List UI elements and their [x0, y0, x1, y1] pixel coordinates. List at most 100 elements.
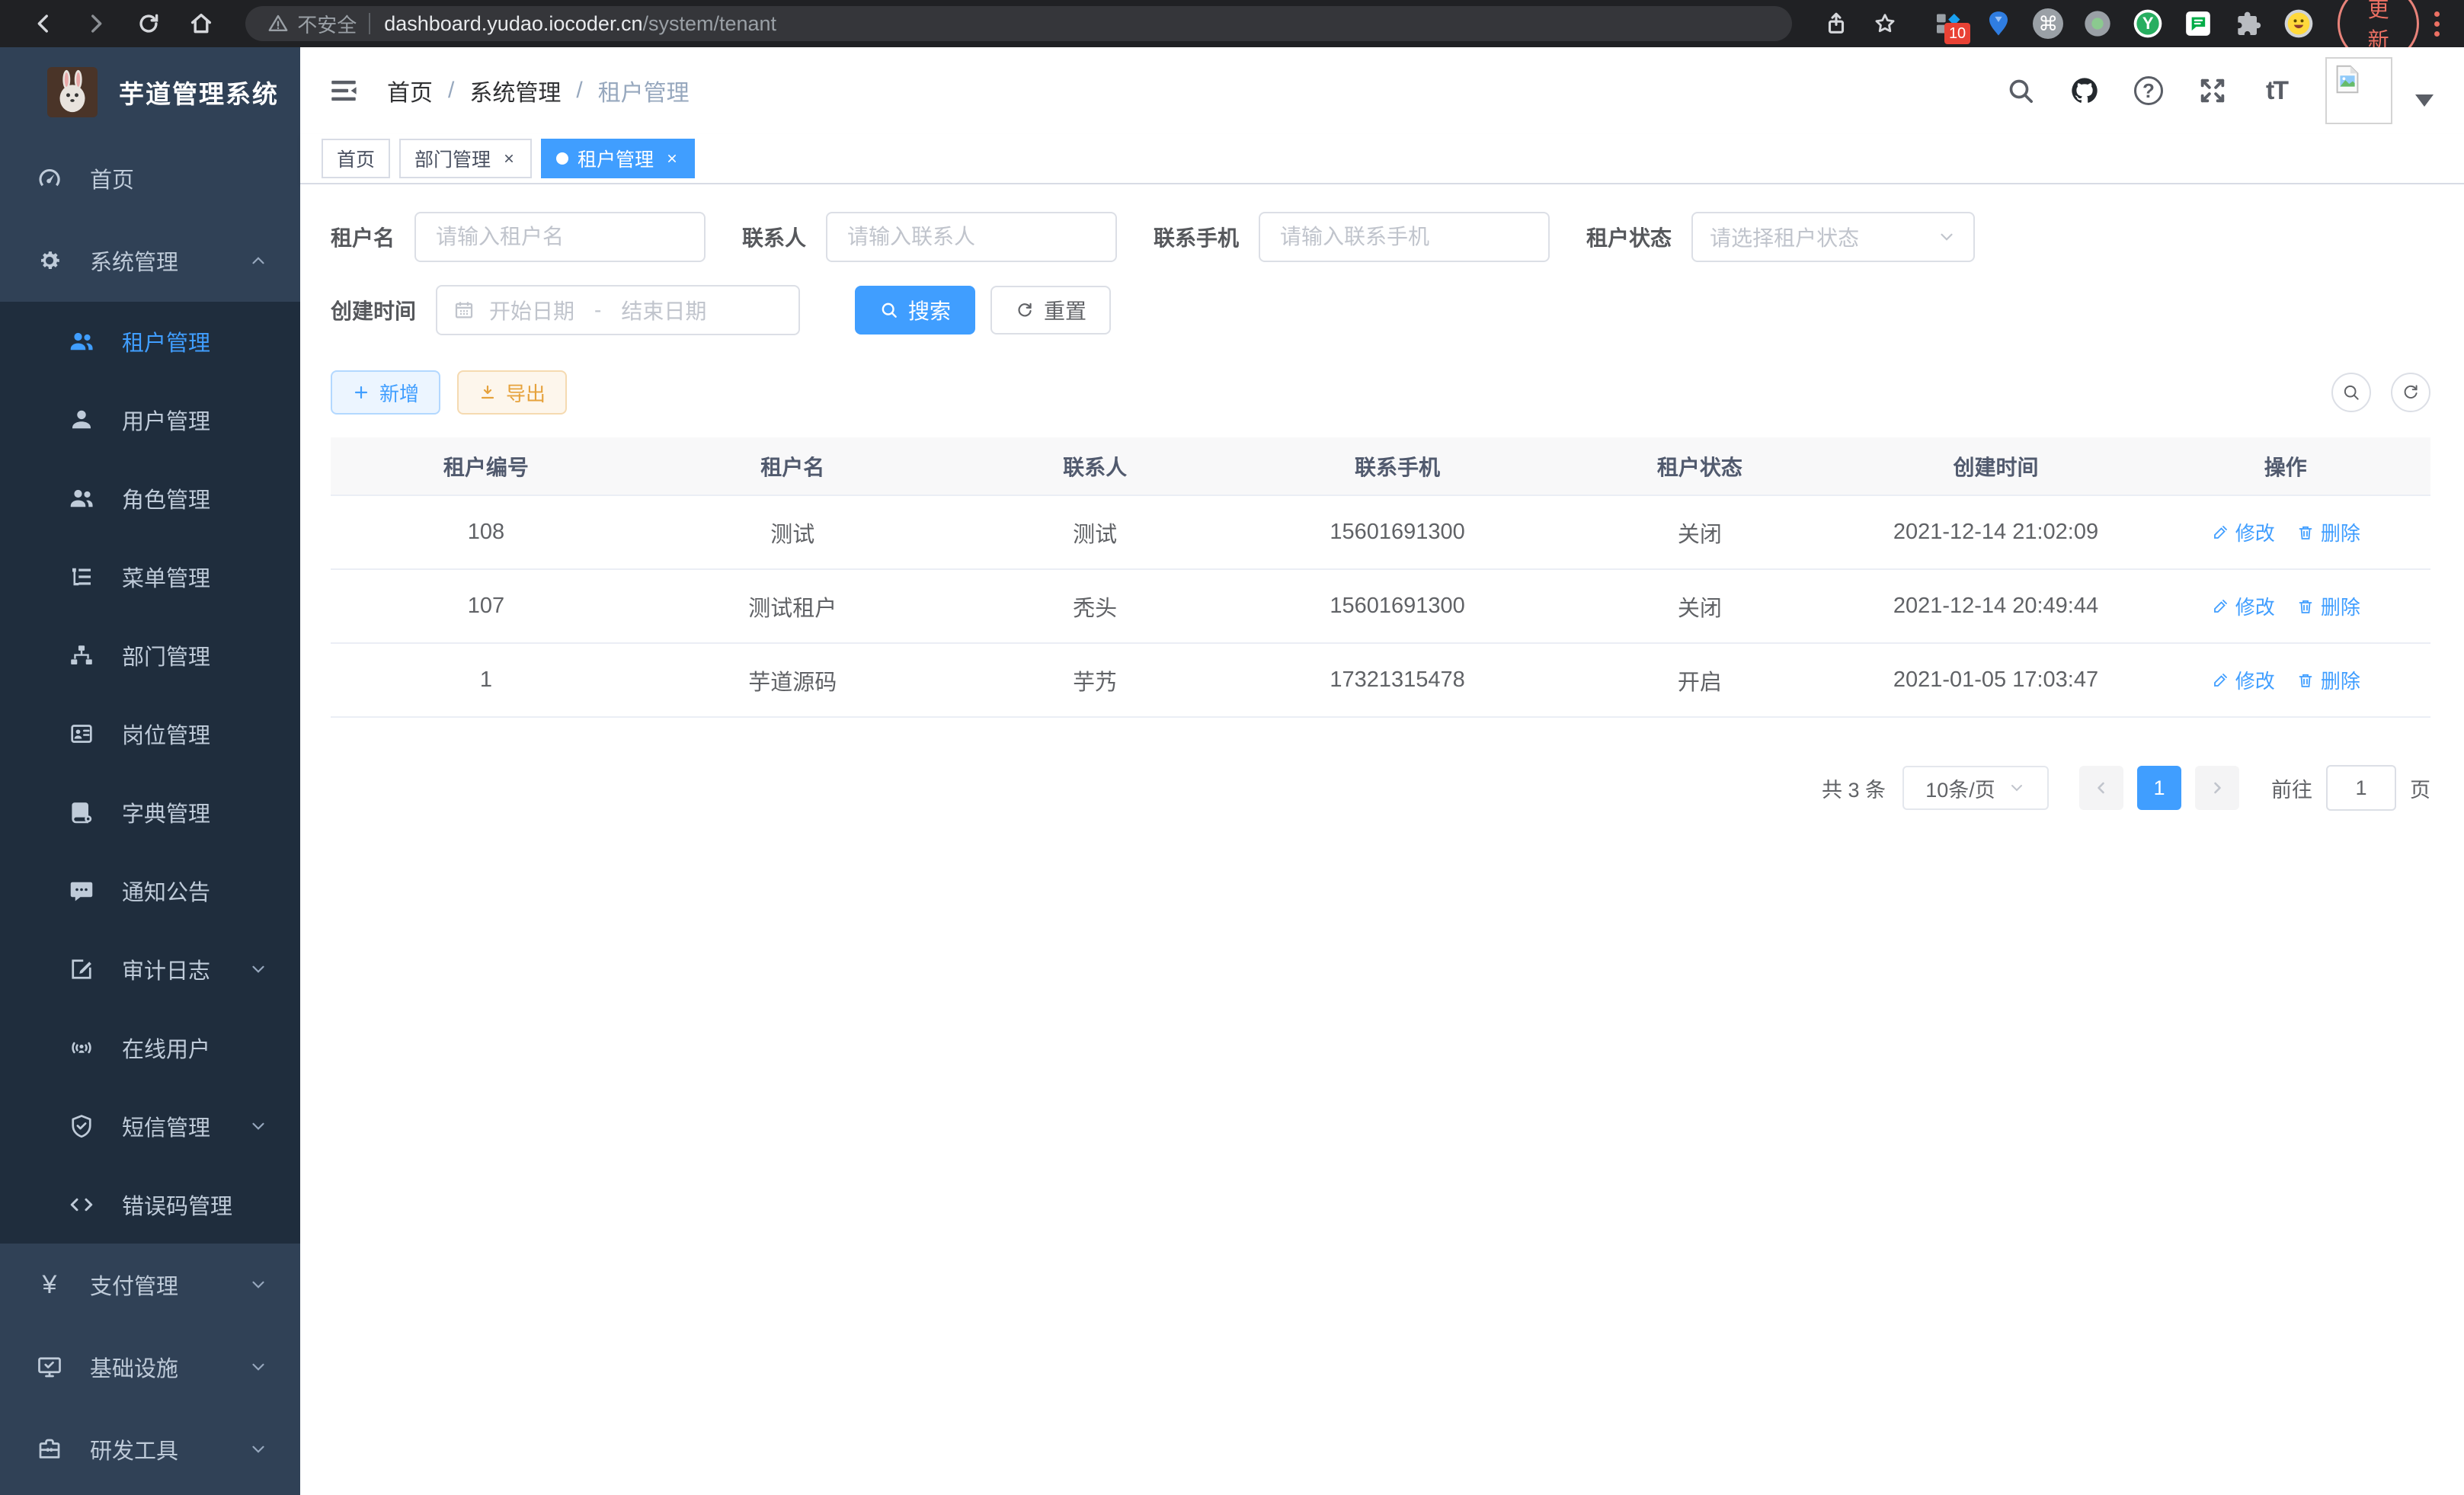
- sidebar-item-role[interactable]: 角色管理: [0, 459, 300, 537]
- delete-link-label: 删除: [2321, 518, 2360, 546]
- page-unit-label: 页: [2410, 773, 2430, 803]
- close-icon[interactable]: [664, 151, 680, 166]
- org-chart-icon: [67, 641, 96, 670]
- browser-menu-icon[interactable]: [2434, 11, 2440, 37]
- home-icon[interactable]: [182, 4, 219, 43]
- breadcrumb-separator: /: [576, 78, 582, 104]
- tab-home[interactable]: 首页: [322, 139, 390, 178]
- profile-avatar-icon[interactable]: [2283, 8, 2315, 40]
- sidebar-item-post[interactable]: 岗位管理: [0, 694, 300, 773]
- share-icon[interactable]: [1816, 4, 1856, 43]
- avatar-caret-icon[interactable]: [2415, 94, 2434, 107]
- bookmark-star-icon[interactable]: [1865, 4, 1905, 43]
- export-button[interactable]: 导出: [457, 370, 567, 415]
- sidebar-item-user[interactable]: 用户管理: [0, 380, 300, 459]
- sidebar-item-error-code[interactable]: 错误码管理: [0, 1165, 300, 1244]
- search-button[interactable]: 搜索: [855, 286, 975, 335]
- hamburger-icon[interactable]: [328, 75, 360, 107]
- search-icon[interactable]: [2004, 74, 2037, 107]
- mobile-input[interactable]: [1259, 212, 1550, 262]
- export-button-label: 导出: [506, 379, 546, 407]
- back-icon[interactable]: [24, 4, 62, 43]
- status-select[interactable]: 请选择租户状态: [1691, 212, 1975, 262]
- sidebar-item-payment[interactable]: ¥ 支付管理: [0, 1244, 300, 1326]
- sidebar-item-label: 角色管理: [122, 482, 210, 514]
- breadcrumb: 首页 / 系统管理 / 租户管理: [387, 74, 690, 107]
- next-page-button[interactable]: [2195, 766, 2239, 810]
- extension-puzzle-icon[interactable]: [2232, 8, 2264, 40]
- sidebar-item-audit-log[interactable]: 审计日志: [0, 930, 300, 1008]
- date-range-picker[interactable]: 开始日期 - 结束日期: [436, 285, 800, 335]
- goto-page-input[interactable]: [2326, 765, 2396, 811]
- prev-page-button[interactable]: [2079, 766, 2123, 810]
- cell-status: 关闭: [1548, 495, 1851, 569]
- page-size-select[interactable]: 10条/页: [1902, 766, 2049, 810]
- status-placeholder: 请选择租户状态: [1710, 222, 1937, 252]
- breadcrumb-system[interactable]: 系统管理: [469, 74, 561, 107]
- url-path[interactable]: /system/tenant: [642, 12, 776, 36]
- sidebar-item-online-users[interactable]: 在线用户: [0, 1008, 300, 1087]
- sidebar-item-infra[interactable]: 基础设施: [0, 1326, 300, 1408]
- filter-row-1: 租户名 联系人 联系手机 租户状态 请选择租户状态: [331, 212, 2430, 262]
- reload-icon[interactable]: [130, 4, 167, 43]
- sidebar-item-label: 首页: [90, 162, 134, 194]
- sidebar-item-label: 研发工具: [90, 1433, 178, 1465]
- page-number-1[interactable]: 1: [2137, 766, 2181, 810]
- sidebar-item-tenant[interactable]: 租户管理: [0, 302, 300, 380]
- delete-link[interactable]: 删除: [2296, 518, 2360, 546]
- toggle-search-button[interactable]: [2331, 373, 2371, 412]
- sidebar-item-system[interactable]: 系统管理: [0, 219, 300, 302]
- user-avatar[interactable]: [2325, 57, 2392, 124]
- sidebar-item-dept[interactable]: 部门管理: [0, 616, 300, 694]
- sidebar-item-home[interactable]: 首页: [0, 137, 300, 219]
- sidebar-item-menu[interactable]: 菜单管理: [0, 537, 300, 616]
- url-host[interactable]: dashboard.yudao.iocoder.cn: [384, 12, 642, 36]
- breadcrumb-home[interactable]: 首页: [387, 74, 433, 107]
- sidebar-item-dict[interactable]: 字典管理: [0, 773, 300, 851]
- reset-button[interactable]: 重置: [990, 286, 1111, 335]
- delete-link[interactable]: 删除: [2296, 666, 2360, 694]
- edit-link[interactable]: 修改: [2211, 592, 2275, 620]
- extension-chat-icon[interactable]: [2182, 8, 2214, 40]
- sidebar-item-dev-tools[interactable]: 研发工具: [0, 1408, 300, 1490]
- sidebar-item-label: 基础设施: [90, 1351, 178, 1383]
- cell-status: 开启: [1548, 643, 1851, 717]
- security-label[interactable]: 不安全: [297, 10, 357, 38]
- address-bar[interactable]: 不安全 dashboard.yudao.iocoder.cn/system/te…: [245, 6, 1792, 41]
- table-row: 108 测试 测试 15601691300 关闭 2021-12-14 21:0…: [331, 495, 2430, 569]
- extension-dot-icon[interactable]: [2082, 8, 2114, 40]
- close-icon[interactable]: [501, 151, 517, 166]
- tab-dept[interactable]: 部门管理: [399, 139, 532, 178]
- extension-y-icon[interactable]: Y: [2132, 8, 2164, 40]
- page-size-label: 10条/页: [1925, 773, 1995, 803]
- help-icon[interactable]: ?: [2132, 74, 2165, 107]
- edit-link[interactable]: 修改: [2211, 518, 2275, 546]
- delete-link[interactable]: 删除: [2296, 592, 2360, 620]
- forward-icon[interactable]: [77, 4, 114, 43]
- refresh-button[interactable]: [2391, 373, 2430, 412]
- contact-input[interactable]: [826, 212, 1117, 262]
- search-button-label: 搜索: [908, 295, 951, 325]
- tags-view-bar: 首页 部门管理 租户管理: [300, 134, 2464, 184]
- sidebar-item-sms[interactable]: 短信管理: [0, 1087, 300, 1165]
- fullscreen-icon[interactable]: [2196, 74, 2229, 107]
- sidebar-logo[interactable]: 芋道管理系统: [0, 47, 300, 137]
- github-icon[interactable]: [2068, 74, 2101, 107]
- extension-balloon-icon[interactable]: [1982, 8, 2014, 40]
- dict-book-icon: [67, 798, 96, 827]
- extension-cmd-icon[interactable]: ⌘: [2033, 8, 2063, 39]
- tab-tenant[interactable]: 租户管理: [541, 139, 695, 178]
- cell-created: 2021-12-14 21:02:09: [1851, 495, 2140, 569]
- extension-tabs-icon[interactable]: 10: [1932, 8, 1964, 40]
- start-date-placeholder[interactable]: 开始日期: [489, 295, 574, 325]
- font-size-icon[interactable]: tT: [2260, 74, 2293, 107]
- code-icon: [67, 1190, 96, 1219]
- edit-link[interactable]: 修改: [2211, 666, 2275, 694]
- end-date-placeholder[interactable]: 结束日期: [621, 295, 706, 325]
- tree-list-icon: [67, 562, 96, 591]
- extension-y-glyph: Y: [2142, 14, 2154, 34]
- sidebar-item-notice[interactable]: 通知公告: [0, 851, 300, 930]
- add-button[interactable]: 新增: [331, 370, 440, 415]
- tenant-table: 租户编号 租户名 联系人 联系手机 租户状态 创建时间 操作 108 测试: [331, 437, 2430, 718]
- tenant-name-input[interactable]: [414, 212, 706, 262]
